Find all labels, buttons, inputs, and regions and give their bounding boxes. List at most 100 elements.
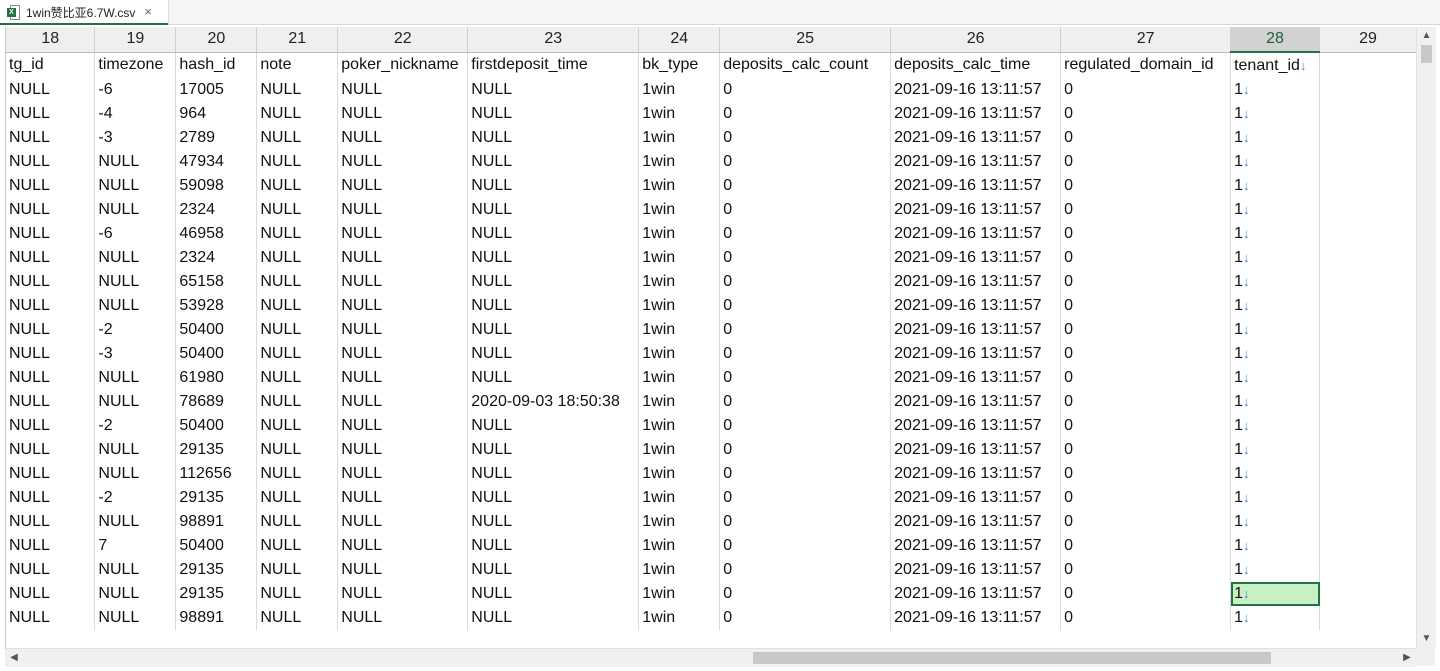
cell[interactable]: NULL xyxy=(256,558,339,582)
cell[interactable]: 1win xyxy=(638,102,721,126)
cell[interactable]: -4 xyxy=(94,102,177,126)
cell[interactable]: 0 xyxy=(1060,438,1232,462)
cell[interactable]: 0 xyxy=(719,222,892,246)
cell[interactable]: NULL xyxy=(6,558,96,582)
cell[interactable]: NULL xyxy=(337,126,469,150)
cell[interactable]: NULL xyxy=(6,510,96,534)
cell[interactable]: NULL xyxy=(467,342,640,366)
cell[interactable]: 1↓ xyxy=(1230,102,1321,126)
cell[interactable]: NULL xyxy=(6,126,96,150)
cell[interactable]: NULL xyxy=(6,150,96,174)
cell[interactable] xyxy=(1320,582,1417,606)
cell[interactable]: 50400 xyxy=(175,318,258,342)
cell[interactable]: NULL xyxy=(337,270,469,294)
cell[interactable]: 1↓ xyxy=(1230,558,1321,582)
cell[interactable]: NULL xyxy=(6,462,96,486)
cell[interactable]: 0 xyxy=(719,390,892,414)
cell[interactable] xyxy=(1320,174,1417,198)
cell[interactable]: 1win xyxy=(638,174,721,198)
cell[interactable]: NULL xyxy=(337,174,469,198)
cell[interactable]: 1↓ xyxy=(1230,126,1321,150)
cell[interactable]: 1win xyxy=(638,198,721,222)
cell[interactable]: NULL xyxy=(6,342,96,366)
cell[interactable]: 53928 xyxy=(175,294,258,318)
cell[interactable]: 0 xyxy=(719,486,892,510)
cell[interactable]: NULL xyxy=(337,366,469,390)
scroll-down-icon[interactable]: ▼ xyxy=(1417,630,1436,648)
cell[interactable]: 0 xyxy=(719,414,892,438)
cell[interactable]: 1win xyxy=(638,150,721,174)
cell[interactable]: 964 xyxy=(175,102,258,126)
cell[interactable]: 98891 xyxy=(175,510,258,534)
cell[interactable]: 2021-09-16 13:11:57 xyxy=(890,174,1062,198)
cell[interactable]: 1↓ xyxy=(1230,318,1321,342)
cell[interactable]: regulated_domain_id xyxy=(1060,52,1232,78)
cell[interactable]: NULL xyxy=(256,510,339,534)
cell[interactable]: 0 xyxy=(1060,222,1232,246)
column-header-20[interactable]: 20 xyxy=(175,27,258,53)
cell[interactable] xyxy=(1320,510,1417,534)
cell[interactable]: 2021-09-16 13:11:57 xyxy=(890,102,1062,126)
cell[interactable]: 2021-09-16 13:11:57 xyxy=(890,294,1062,318)
scroll-right-icon[interactable]: ▶ xyxy=(1398,649,1416,667)
cell[interactable]: 29135 xyxy=(175,438,258,462)
selected-cell[interactable]: 1↓ xyxy=(1230,582,1321,606)
cell[interactable]: 2021-09-16 13:11:57 xyxy=(890,606,1062,630)
cell[interactable] xyxy=(1320,78,1417,102)
cell[interactable]: NULL xyxy=(94,462,177,486)
cell[interactable]: 0 xyxy=(1060,558,1232,582)
cell[interactable]: 2021-09-16 13:11:57 xyxy=(890,270,1062,294)
cell[interactable]: 1win xyxy=(638,462,721,486)
column-header-25[interactable]: 25 xyxy=(719,27,892,53)
cell[interactable]: 0 xyxy=(719,78,892,102)
cell[interactable]: 0 xyxy=(719,126,892,150)
cell[interactable]: NULL xyxy=(467,558,640,582)
cell[interactable]: NULL xyxy=(256,438,339,462)
cell[interactable]: 50400 xyxy=(175,342,258,366)
cell[interactable] xyxy=(1320,366,1417,390)
close-icon[interactable]: × xyxy=(144,0,152,24)
cell[interactable]: NULL xyxy=(467,438,640,462)
cell[interactable]: 17005 xyxy=(175,78,258,102)
cell[interactable]: 0 xyxy=(719,366,892,390)
column-header-24[interactable]: 24 xyxy=(638,27,721,53)
cell[interactable]: NULL xyxy=(256,366,339,390)
cell[interactable]: 1↓ xyxy=(1230,198,1321,222)
cell[interactable]: 0 xyxy=(1060,390,1232,414)
cell[interactable]: 2789 xyxy=(175,126,258,150)
cell[interactable]: NULL xyxy=(6,102,96,126)
cell[interactable]: 2021-09-16 13:11:57 xyxy=(890,318,1062,342)
cell[interactable]: NULL xyxy=(256,78,339,102)
horizontal-scroll-thumb[interactable] xyxy=(753,652,1271,664)
cell[interactable]: NULL xyxy=(256,150,339,174)
cell[interactable]: 1↓ xyxy=(1230,390,1321,414)
cell[interactable]: NULL xyxy=(6,78,96,102)
cell[interactable]: NULL xyxy=(94,510,177,534)
cell[interactable]: NULL xyxy=(467,198,640,222)
cell[interactable]: NULL xyxy=(337,438,469,462)
cell[interactable]: 1win xyxy=(638,606,721,630)
cell[interactable] xyxy=(1320,462,1417,486)
cell[interactable]: 65158 xyxy=(175,270,258,294)
cell[interactable]: NULL xyxy=(6,246,96,270)
cell[interactable]: 2021-09-16 13:11:57 xyxy=(890,342,1062,366)
cell[interactable]: NULL xyxy=(467,270,640,294)
column-header-21[interactable]: 21 xyxy=(256,27,339,53)
cell[interactable]: NULL xyxy=(467,486,640,510)
cell[interactable]: 0 xyxy=(719,150,892,174)
cell[interactable]: NULL xyxy=(6,174,96,198)
cell[interactable]: NULL xyxy=(467,510,640,534)
cell[interactable]: 2021-09-16 13:11:57 xyxy=(890,486,1062,510)
cell[interactable]: NULL xyxy=(256,102,339,126)
cell[interactable]: 47934 xyxy=(175,150,258,174)
cell[interactable]: NULL xyxy=(467,174,640,198)
cell[interactable]: firstdeposit_time xyxy=(467,52,640,78)
cell[interactable]: NULL xyxy=(256,534,339,558)
cell[interactable]: -2 xyxy=(94,414,177,438)
cell[interactable]: 0 xyxy=(1060,174,1232,198)
cell[interactable]: 2324 xyxy=(175,246,258,270)
cell[interactable]: 0 xyxy=(1060,318,1232,342)
column-header-22[interactable]: 22 xyxy=(337,27,469,53)
scroll-up-icon[interactable]: ▲ xyxy=(1417,27,1436,45)
cell[interactable]: 2021-09-16 13:11:57 xyxy=(890,390,1062,414)
